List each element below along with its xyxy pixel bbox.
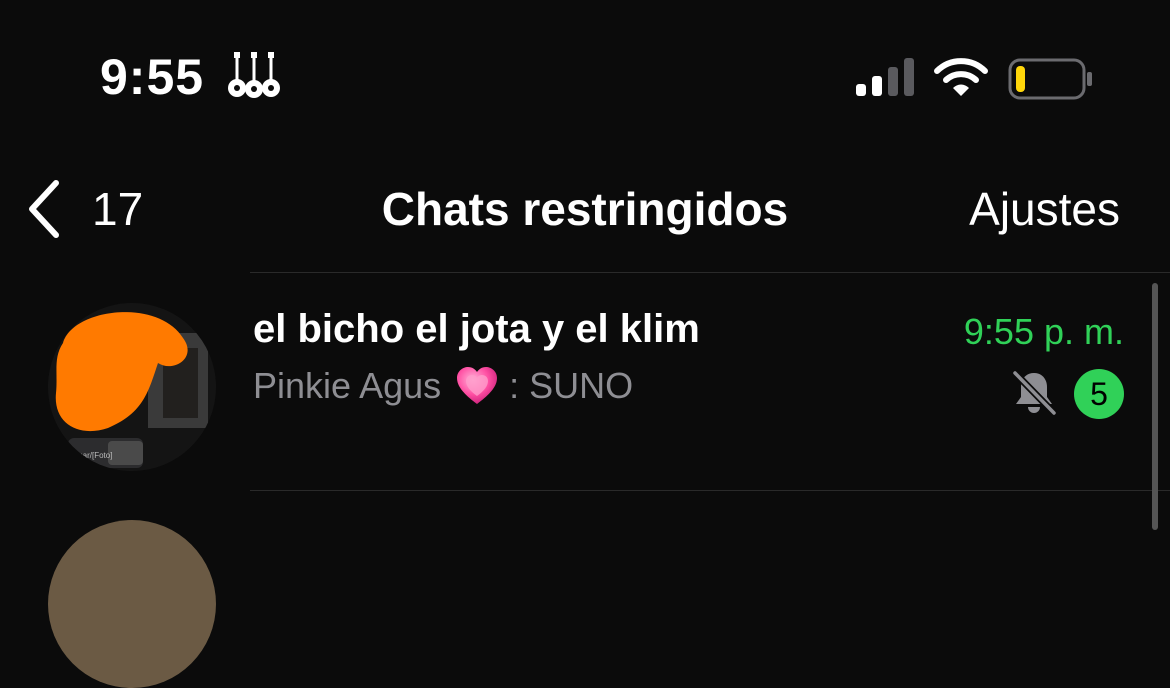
chat-preview: Pinkie Agus : SUNO <box>253 365 633 407</box>
avatar[interactable]: mar/[Foto] <box>48 303 216 471</box>
bell-muted-icon <box>1012 370 1057 416</box>
chat-name: el bicho el jota y el klim <box>253 307 700 351</box>
pink-heart-icon <box>457 367 498 404</box>
scrollbar[interactable] <box>1152 283 1158 530</box>
wifi-icon <box>934 58 988 96</box>
chat-time: 9:55 p. m. <box>963 311 1124 352</box>
chat-list-item[interactable]: mar/[Foto] el bicho el jota y el klim Pi… <box>0 273 1150 491</box>
avatar-image: mar/[Foto] <box>48 303 216 471</box>
battery-low-icon <box>1008 58 1092 100</box>
status-time: 9:55 <box>100 49 205 105</box>
navigation-bar: 17 Chats restringidos Ajustes <box>0 150 1170 272</box>
preview-sender: Pinkie Agus <box>253 365 442 406</box>
avatar-caption: mar/[Foto] <box>76 451 112 460</box>
unread-badge: 5 <box>1074 369 1124 419</box>
cellular-signal-icon <box>856 58 914 96</box>
preview-text: : SUNO <box>509 365 634 406</box>
avatar[interactable] <box>48 520 216 688</box>
divider <box>250 490 1170 491</box>
guitar-trio-icon <box>228 52 280 98</box>
settings-button[interactable]: Ajustes <box>969 182 1120 236</box>
status-bar: 9:55 <box>0 0 1170 150</box>
